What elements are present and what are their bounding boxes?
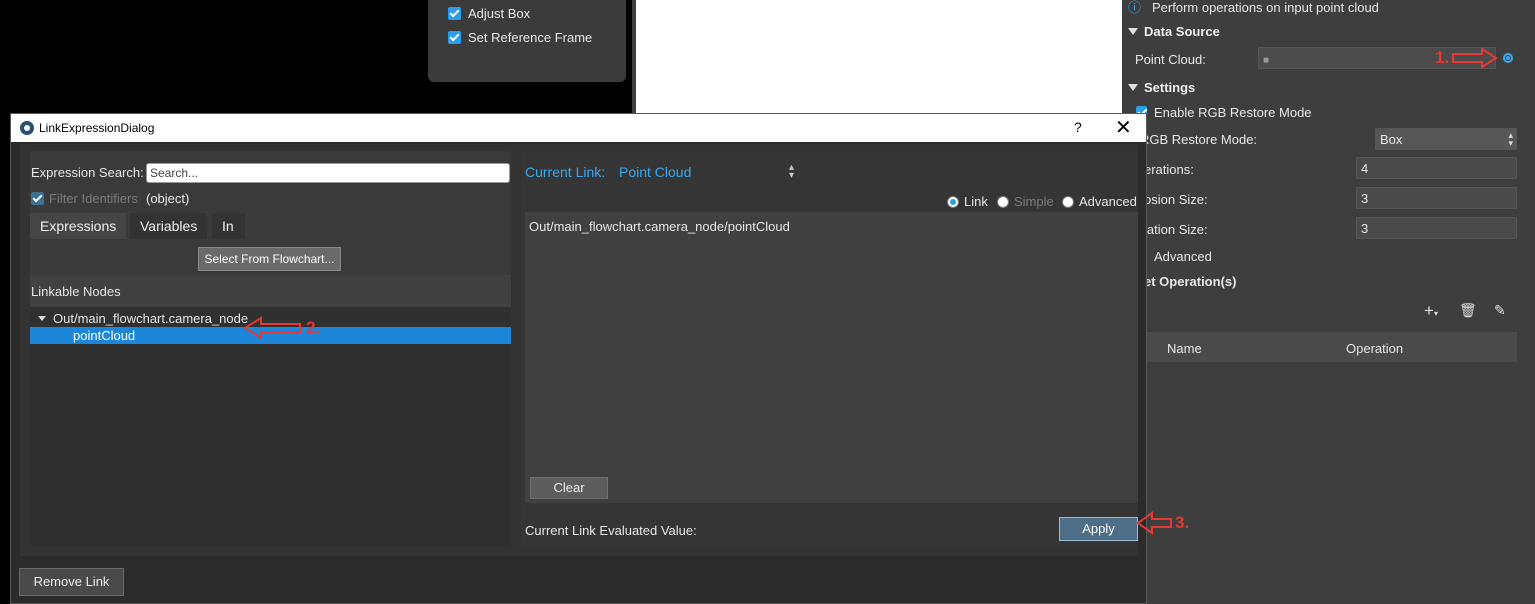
radio-icon[interactable] bbox=[1062, 195, 1074, 208]
dilation-size-label: lation Size: bbox=[1144, 222, 1208, 237]
spin-arrows-icon: ▴ ▾ bbox=[788, 162, 794, 181]
adjust-box-option[interactable]: Adjust Box bbox=[448, 6, 530, 21]
clear-button[interactable]: Clear bbox=[530, 477, 608, 499]
adjust-box-label: Adjust Box bbox=[468, 6, 531, 21]
mode-link-radio[interactable]: Link bbox=[947, 194, 988, 209]
tool-description: Perform operations on input point cloud bbox=[1152, 0, 1379, 15]
mode-simple-radio[interactable]: Simple bbox=[997, 194, 1054, 209]
expression-text: Out/main_flowchart.camera_node/pointClou… bbox=[529, 219, 790, 234]
annotation-arrow-1-icon bbox=[1452, 47, 1498, 69]
column-name[interactable]: Name bbox=[1167, 341, 1202, 356]
tree-node-camera-label: Out/main_flowchart.camera_node bbox=[53, 311, 249, 326]
column-operation[interactable]: Operation bbox=[1346, 341, 1403, 356]
radio-icon[interactable] bbox=[997, 195, 1009, 208]
expand-triangle-icon[interactable] bbox=[38, 316, 46, 321]
remove-link-button[interactable]: Remove Link bbox=[19, 568, 124, 596]
expression-editor[interactable]: Out/main_flowchart.camera_node/pointClou… bbox=[525, 212, 1138, 503]
erosion-size-value: 3 bbox=[1361, 191, 1369, 206]
evaluated-value-label: Current Link Evaluated Value: bbox=[525, 523, 697, 538]
tree-node-camera[interactable]: Out/main_flowchart.camera_node bbox=[38, 311, 248, 326]
enable-rgb-label: Enable RGB Restore Mode bbox=[1154, 105, 1312, 120]
add-icon[interactable]: +▾ bbox=[1424, 301, 1438, 321]
spin-arrows-icon: ▴ ▾ bbox=[1508, 130, 1513, 148]
filter-identifiers-label: Filter Identifiers bbox=[49, 191, 138, 206]
rgb-mode-value: Box bbox=[1380, 132, 1403, 147]
expression-browser: Expression Search: Filter Identifiers (o… bbox=[30, 151, 511, 547]
set-reference-frame-label: Set Reference Frame bbox=[468, 30, 593, 45]
link-target-icon[interactable] bbox=[1503, 53, 1513, 63]
annotation-step-3: 3. bbox=[1175, 513, 1190, 532]
current-link-label: Current Link: bbox=[525, 164, 606, 180]
mode-advanced-radio[interactable]: Advanced bbox=[1062, 194, 1137, 209]
erosion-size-label: osion Size: bbox=[1144, 192, 1208, 207]
annotation-step-1: 1. bbox=[1435, 48, 1450, 67]
options-popup: Adjust Box Set Reference Frame bbox=[428, 0, 626, 82]
dialog-body: Expression Search: Filter Identifiers (o… bbox=[20, 144, 1138, 556]
point-cloud-label: Point Cloud: bbox=[1135, 52, 1206, 67]
expression-search-label: Expression Search: bbox=[31, 165, 144, 180]
mode-advanced-label: Advanced bbox=[1079, 194, 1137, 209]
set-reference-frame-checkbox[interactable] bbox=[448, 31, 461, 44]
data-source-section-header[interactable]: Data Source bbox=[1128, 24, 1220, 39]
select-from-flowchart-button[interactable]: Select From Flowchart... bbox=[198, 247, 341, 271]
help-button[interactable]: ? bbox=[1074, 119, 1082, 135]
erosion-size-input[interactable]: 3 bbox=[1356, 187, 1517, 209]
dilation-size-value: 3 bbox=[1361, 221, 1369, 236]
iterations-label: erations: bbox=[1144, 162, 1194, 177]
mode-simple-label: Simple bbox=[1014, 194, 1054, 209]
apply-button[interactable]: Apply bbox=[1059, 517, 1138, 541]
collapse-triangle-icon bbox=[1128, 28, 1138, 35]
tab-variables[interactable]: Variables bbox=[130, 213, 208, 239]
close-button[interactable]: ✕ bbox=[1115, 115, 1132, 140]
app-logo-icon bbox=[20, 121, 34, 135]
set-reference-frame-option[interactable]: Set Reference Frame bbox=[448, 30, 592, 45]
tab-expressions[interactable]: Expressions bbox=[30, 213, 127, 239]
current-link-value: Point Cloud bbox=[619, 164, 692, 180]
adjust-box-checkbox[interactable] bbox=[448, 7, 461, 20]
settings-section-header[interactable]: Settings bbox=[1128, 80, 1195, 95]
iterations-value: 4 bbox=[1361, 161, 1369, 176]
data-source-title: Data Source bbox=[1144, 24, 1220, 39]
operations-table-header: Name Operation bbox=[1144, 332, 1517, 362]
annotation-arrow-2-icon bbox=[243, 316, 301, 340]
trash-icon[interactable]: 🗑 bbox=[1459, 302, 1477, 319]
linkable-nodes-tree: Out/main_flowchart.camera_node pointClou… bbox=[30, 307, 511, 547]
advanced-label[interactable]: Advanced bbox=[1154, 249, 1212, 264]
rgb-mode-select[interactable]: Box ▴ ▾ bbox=[1375, 128, 1517, 150]
edit-icon[interactable]: ✎ bbox=[1494, 302, 1506, 319]
collapse-triangle-icon bbox=[1128, 84, 1138, 91]
rgb-mode-label: RGB Restore Mode: bbox=[1140, 132, 1258, 147]
annotation-step-2: 2. bbox=[306, 318, 321, 337]
iterations-input[interactable]: 4 bbox=[1356, 157, 1517, 179]
tab-in[interactable]: In bbox=[212, 213, 245, 239]
annotation-arrow-3-icon bbox=[1136, 511, 1172, 535]
linkable-nodes-header: Linkable Nodes bbox=[30, 275, 511, 307]
settings-title: Settings bbox=[1144, 80, 1196, 95]
dialog-title: LinkExpressionDialog bbox=[39, 121, 155, 135]
dialog-titlebar[interactable]: LinkExpressionDialog ? ✕ bbox=[11, 114, 1146, 142]
camera-icon: ■ bbox=[1263, 55, 1270, 66]
filter-identifiers-checkbox[interactable] bbox=[31, 192, 44, 205]
filter-value: (object) bbox=[146, 191, 190, 206]
dilation-size-input[interactable]: 3 bbox=[1356, 217, 1517, 239]
link-editor: Current Link: Point Cloud ▴ ▾ Link Simple… bbox=[521, 151, 1138, 548]
current-link-select[interactable]: Point Cloud ▴ ▾ bbox=[619, 162, 794, 181]
mode-link-label: Link bbox=[964, 194, 988, 209]
set-operations-label: et Operation(s) bbox=[1144, 274, 1237, 289]
radio-selected-icon[interactable] bbox=[947, 195, 959, 208]
link-expression-dialog: LinkExpressionDialog ? ✕ Expression Sear… bbox=[10, 113, 1147, 604]
info-icon: ⓘ bbox=[1128, 0, 1142, 15]
viewport-area bbox=[636, 0, 1122, 113]
expression-search-input[interactable] bbox=[146, 163, 510, 183]
